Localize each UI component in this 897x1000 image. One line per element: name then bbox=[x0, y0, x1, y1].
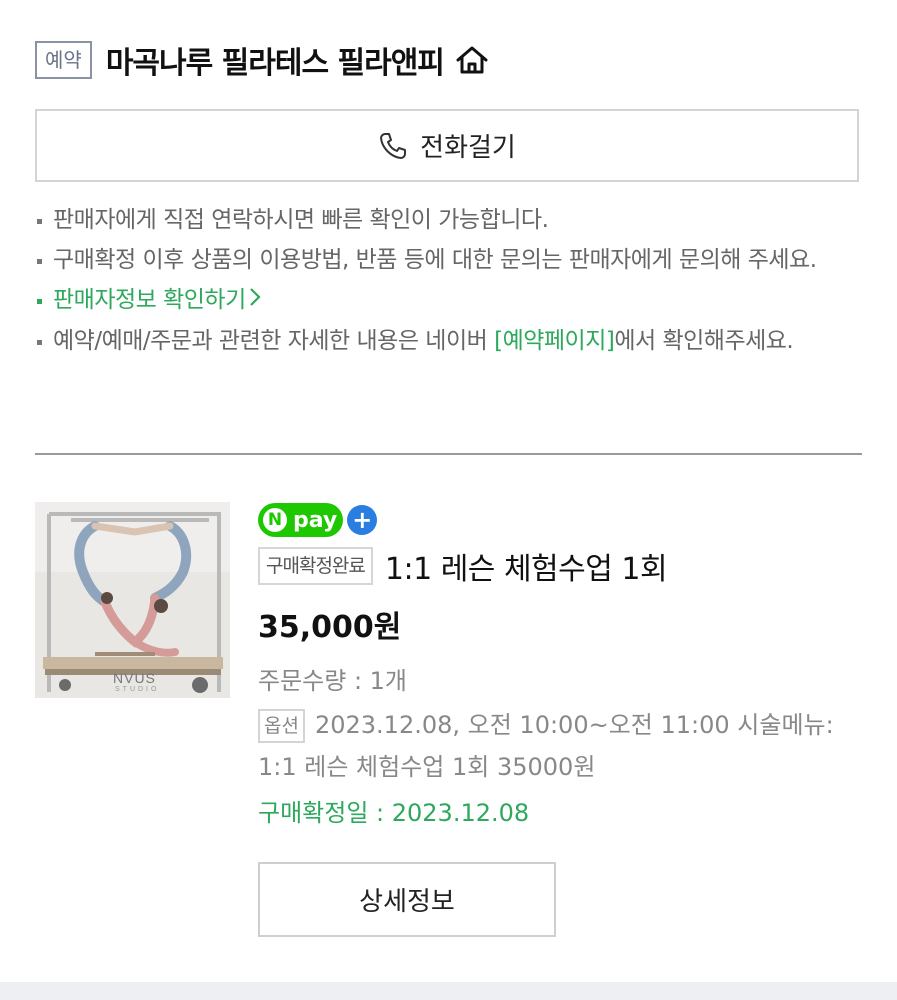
product-name[interactable]: 1:1 레슨 체험수업 1회 bbox=[385, 544, 668, 588]
notice-list: 판매자에게 직접 연락하시면 빠른 확인이 가능합니다. 구매확정 이후 상품의… bbox=[35, 200, 865, 361]
seller-info-link-label: 판매자정보 확인하기 bbox=[53, 287, 246, 313]
option-text: 2023.12.08, 오전 10:00~오전 11:00 시술메뉴: 1:1 … bbox=[258, 711, 834, 781]
notice-item: 구매확정 이후 상품의 이용방법, 반품 등에 대한 문의는 판매자에게 문의해… bbox=[35, 240, 865, 280]
purchase-confirm-date: 구매확정일 : 2023.12.08 bbox=[258, 799, 530, 827]
header: 예약 마곡나루 필라테스 필라앤피 bbox=[35, 36, 490, 84]
npay-plus-badge: N pay + bbox=[258, 503, 378, 537]
reservation-page-link[interactable]: [예약페이지] bbox=[494, 328, 615, 354]
product-line: 구매확정완료 1:1 레슨 체험수업 1회 bbox=[258, 544, 668, 588]
reservation-badge: 예약 bbox=[35, 41, 92, 79]
thumb-brand: NVUS bbox=[113, 670, 156, 686]
option-label: 옵션 bbox=[258, 709, 305, 743]
notice-item: 예약/예매/주문과 관련한 자세한 내용은 네이버 [예약페이지]에서 확인해주… bbox=[35, 321, 865, 361]
product-price: 35,000원 bbox=[258, 610, 402, 645]
call-button[interactable]: 전화걸기 bbox=[35, 109, 859, 182]
npay-n-icon: N bbox=[263, 508, 287, 532]
npay-logo: N pay bbox=[258, 503, 344, 537]
status-badge: 구매확정완료 bbox=[258, 547, 373, 585]
call-button-label: 전화걸기 bbox=[420, 133, 516, 163]
thumb-sub: STUDIO bbox=[115, 686, 160, 693]
order-quantity: 주문수량 : 1개 bbox=[258, 667, 408, 695]
plus-icon: + bbox=[347, 505, 378, 535]
phone-icon bbox=[378, 131, 408, 161]
product-thumbnail[interactable]: NVUS STUDIO bbox=[35, 502, 230, 698]
seller-info-link[interactable]: 판매자정보 확인하기 bbox=[35, 280, 865, 321]
divider bbox=[35, 453, 862, 455]
notice-item: 판매자에게 직접 연락하시면 빠른 확인이 가능합니다. bbox=[35, 200, 865, 240]
npay-text: pay bbox=[293, 507, 338, 533]
notice-text: 에서 확인해주세요. bbox=[614, 327, 794, 354]
bottom-divider bbox=[0, 982, 897, 1000]
notice-text: 예약/예매/주문과 관련한 자세한 내용은 네이버 bbox=[53, 327, 495, 354]
home-icon[interactable] bbox=[454, 44, 490, 76]
shop-title[interactable]: 마곡나루 필라테스 필라앤피 bbox=[106, 38, 445, 82]
chevron-right-icon bbox=[248, 281, 262, 321]
order-option: 옵션 2023.12.08, 오전 10:00~오전 11:00 시술메뉴: 1:… bbox=[258, 704, 858, 788]
detail-button[interactable]: 상세정보 bbox=[258, 862, 556, 937]
